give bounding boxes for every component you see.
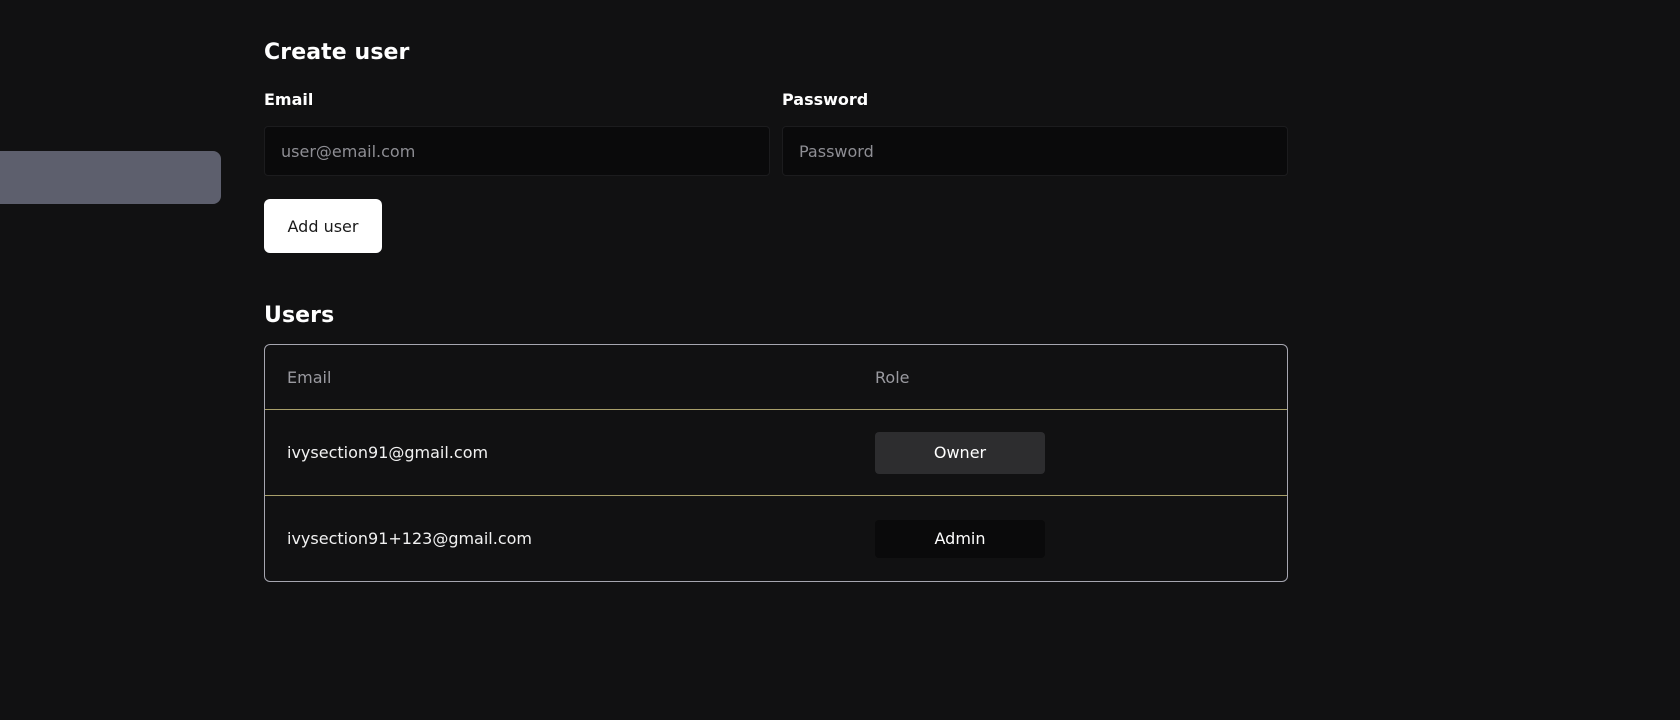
email-label: Email xyxy=(264,90,314,109)
sidebar-active-item[interactable] xyxy=(0,151,221,204)
table-header-row: Email Role xyxy=(265,345,1287,410)
email-input[interactable] xyxy=(264,126,770,176)
password-label: Password xyxy=(782,90,869,109)
add-user-button[interactable]: Add user xyxy=(264,199,382,253)
create-user-title: Create user xyxy=(264,40,410,65)
column-header-email: Email xyxy=(287,367,332,387)
users-title: Users xyxy=(264,303,335,328)
users-table: Email Role ivysection91@gmail.com Owner … xyxy=(264,344,1288,582)
user-email: ivysection91@gmail.com xyxy=(287,443,489,462)
column-header-role: Role xyxy=(875,367,910,387)
role-owner-button[interactable]: Owner xyxy=(875,431,1045,474)
role-cell: Owner xyxy=(875,410,1045,495)
password-input[interactable] xyxy=(782,126,1288,176)
role-cell: Admin xyxy=(875,496,1045,581)
table-row: ivysection91@gmail.com Owner xyxy=(265,410,1287,496)
role-admin-button[interactable]: Admin xyxy=(875,519,1045,558)
user-email: ivysection91+123@gmail.com xyxy=(287,529,533,548)
table-row: ivysection91+123@gmail.com Admin xyxy=(265,496,1287,581)
app-root: Create user Email Password Add user User… xyxy=(0,0,1680,720)
